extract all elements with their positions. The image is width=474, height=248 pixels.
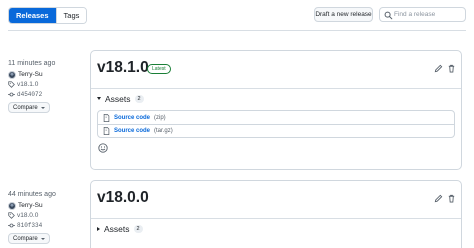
compare-dropdown[interactable]: Compare [8, 233, 50, 244]
commit-icon [8, 223, 15, 228]
asset-name[interactable]: Source code [114, 128, 150, 134]
commit-icon [8, 92, 15, 97]
author-link[interactable]: Terry-Su [18, 71, 43, 78]
header-divider [8, 30, 466, 31]
tag-icon [8, 212, 15, 219]
chevron-down-icon [40, 237, 45, 240]
release-title[interactable]: v18.1.0 [97, 59, 149, 77]
draft-new-release-button[interactable]: Draft a new release [314, 7, 373, 22]
assets-list: Source code (zip) Source code (tar.gz) [97, 110, 455, 138]
tag-icon [8, 81, 15, 88]
list-item[interactable]: Source code (tar.gz) [98, 124, 454, 137]
release-time: 11 minutes ago [8, 60, 56, 67]
release-title[interactable]: v18.0.0 [97, 189, 149, 207]
assets-toggle[interactable]: Assets 2 [91, 89, 461, 108]
search-icon [384, 11, 393, 20]
avatar[interactable] [8, 201, 16, 210]
release-time: 44 minutes ago [8, 191, 56, 198]
assets-toggle[interactable]: Assets 2 [91, 219, 461, 238]
smiley-icon[interactable] [98, 143, 108, 153]
compare-dropdown[interactable]: Compare [8, 102, 50, 113]
assets-label: Assets [104, 223, 130, 234]
assets-label: Assets [105, 93, 131, 104]
commit-link[interactable]: 810f334 [17, 222, 42, 229]
assets-count: 2 [133, 224, 143, 233]
compare-label: Compare [13, 104, 38, 111]
search-box[interactable] [379, 7, 466, 22]
asset-format: (zip) [154, 114, 166, 121]
zip-file-icon [103, 113, 110, 122]
release-meta: 11 minutes ago Terry-Su v18.1.0 d454072 … [8, 60, 88, 113]
commit-link[interactable]: d454072 [17, 91, 42, 98]
chevron-down-icon [40, 106, 45, 109]
collapsed-triangle-icon [97, 226, 100, 231]
asset-format: (tar.gz) [154, 128, 173, 134]
expanded-triangle-icon [97, 97, 101, 100]
release-card: v18.0.0 Assets 2 [90, 180, 462, 248]
tab-releases[interactable]: Releases [9, 8, 56, 23]
author-link[interactable]: Terry-Su [18, 202, 43, 209]
compare-label: Compare [13, 235, 38, 242]
asset-name[interactable]: Source code [114, 115, 150, 121]
list-item[interactable]: Source code (zip) [98, 111, 454, 124]
tag-link[interactable]: v18.0.0 [17, 212, 38, 219]
pencil-icon[interactable] [434, 194, 443, 203]
avatar[interactable] [8, 70, 16, 79]
trash-icon[interactable] [447, 64, 456, 73]
assets-count: 2 [134, 94, 144, 103]
release-card: v18.1.0 Latest Assets 2 Source code (zip… [90, 50, 462, 170]
release-tag-switch: Releases Tags [8, 7, 88, 24]
tab-tags[interactable]: Tags [55, 8, 87, 23]
zip-file-icon [103, 127, 110, 135]
tag-link[interactable]: v18.1.0 [17, 81, 38, 88]
trash-icon[interactable] [447, 194, 456, 203]
pencil-icon[interactable] [434, 64, 443, 73]
search-input[interactable] [394, 9, 464, 20]
release-meta: 44 minutes ago Terry-Su v18.0.0 810f334 … [8, 191, 88, 244]
latest-badge: Latest [147, 64, 171, 74]
